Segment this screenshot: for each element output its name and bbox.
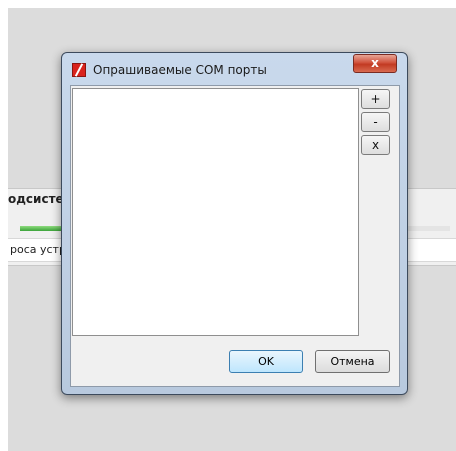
add-port-button[interactable]: + <box>361 89 390 109</box>
progress-fill <box>20 226 63 231</box>
dialog-title: Опрашиваемые COM порты <box>93 63 267 77</box>
app-icon <box>72 63 86 77</box>
close-icon: x <box>371 56 379 70</box>
dialog-titlebar[interactable]: Опрашиваемые COM порты x <box>62 53 407 85</box>
close-button[interactable]: x <box>353 54 397 73</box>
clear-ports-button[interactable]: x <box>361 135 390 155</box>
dialog-client-area: + - x OK Отмена <box>70 85 400 387</box>
ok-button[interactable]: OK <box>229 350 303 373</box>
remove-port-button[interactable]: - <box>361 112 390 132</box>
com-ports-dialog: Опрашиваемые COM порты x + - x OK Отмена <box>61 52 408 395</box>
background-row-text: роса устр <box>10 243 66 256</box>
cancel-button[interactable]: Отмена <box>315 350 390 373</box>
background-heading: одсисте <box>8 192 64 206</box>
com-ports-list[interactable] <box>72 88 359 336</box>
